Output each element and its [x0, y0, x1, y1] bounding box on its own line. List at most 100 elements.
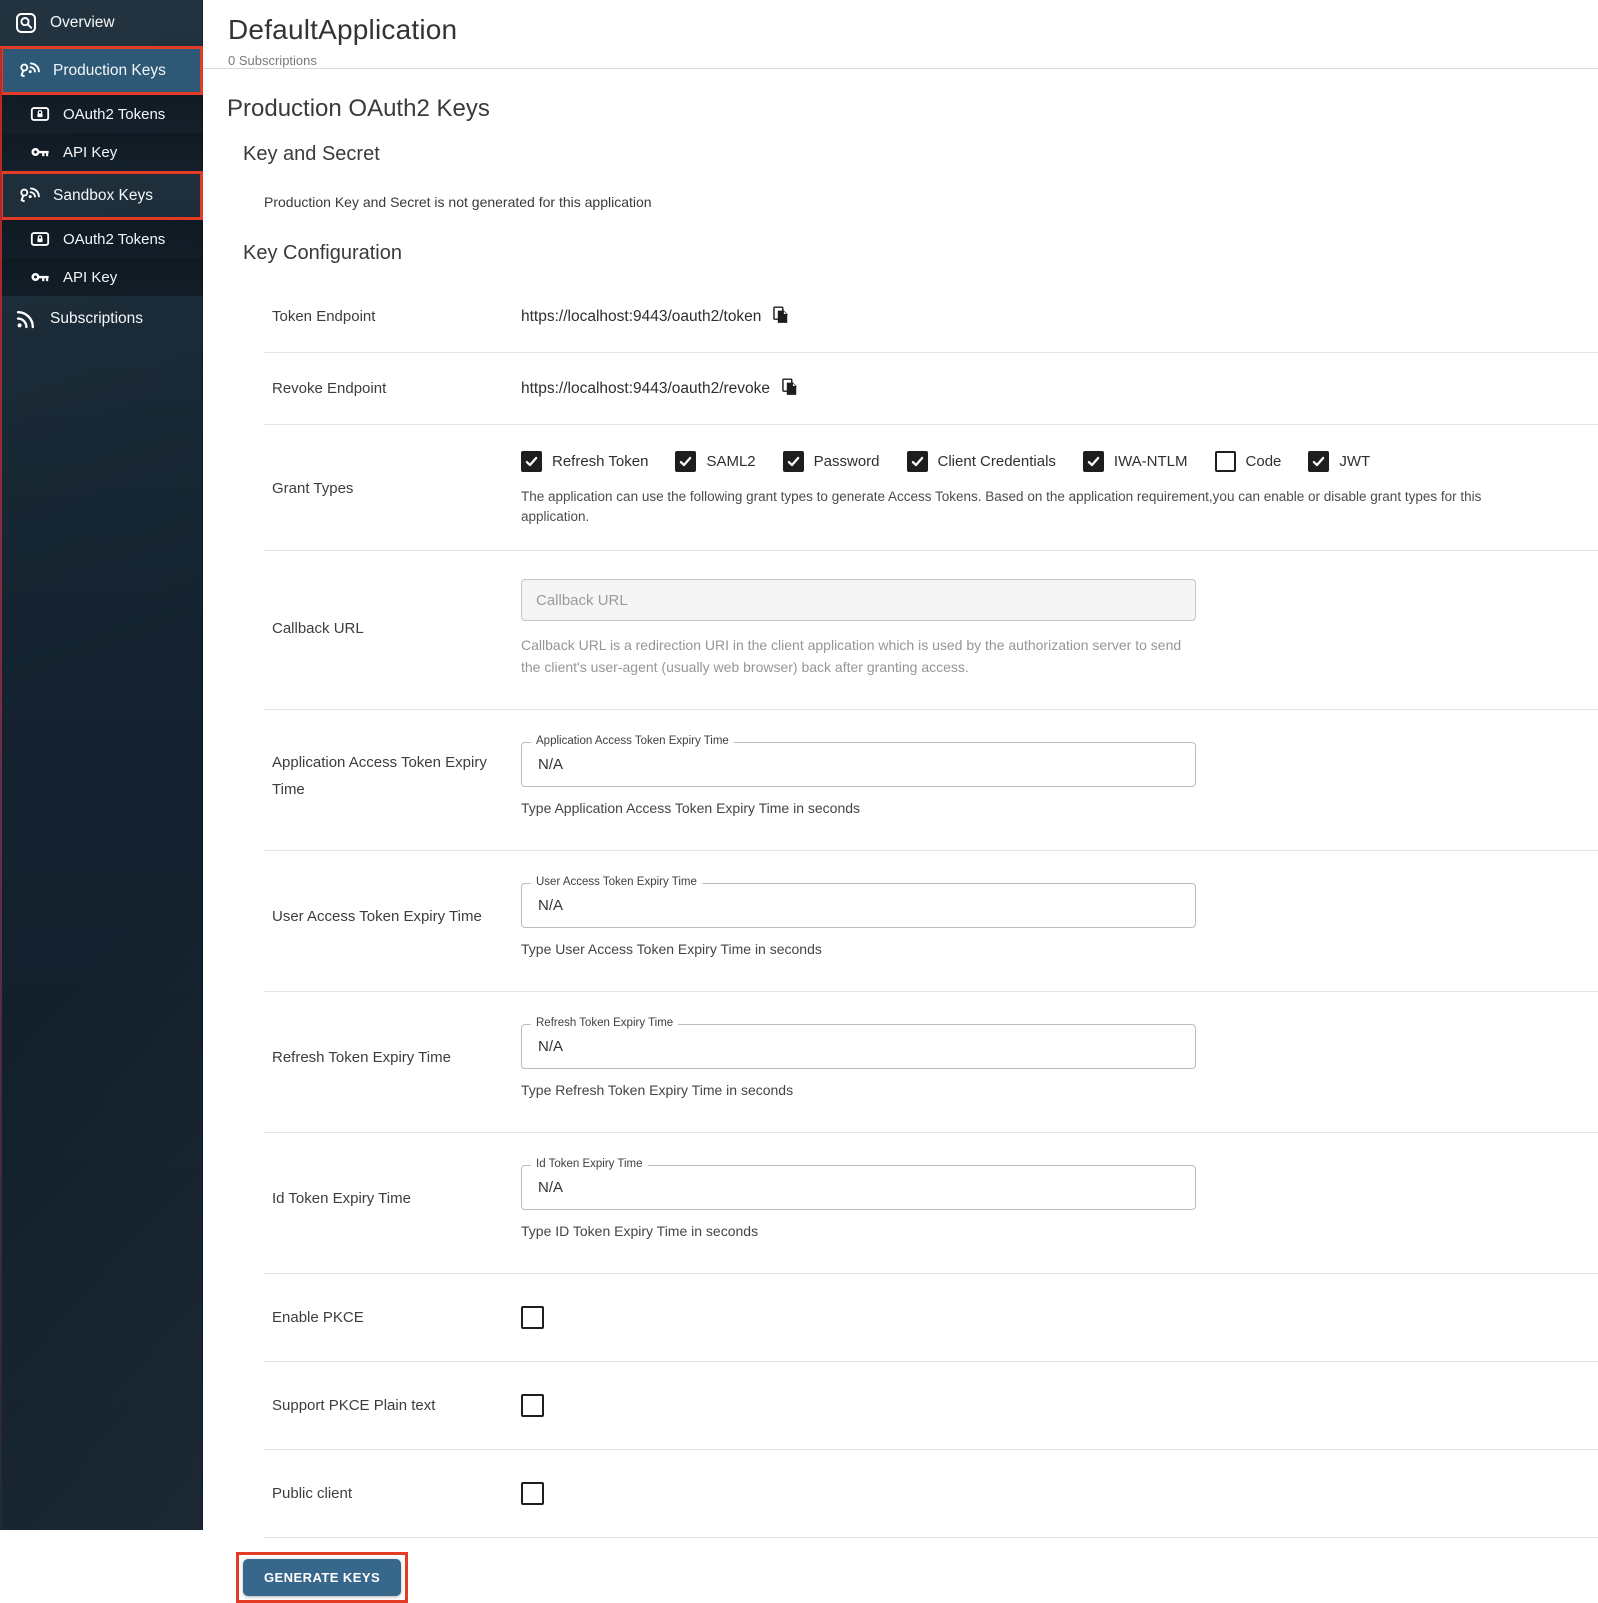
grant-checkbox-code[interactable]	[1214, 451, 1236, 472]
field-legend: User Access Token Expiry Time	[531, 875, 702, 888]
refresh-token-expiry-time-input[interactable]	[536, 1036, 1181, 1056]
sidebar-item-label: Overview	[50, 14, 115, 31]
row-label: Callback URL	[272, 620, 364, 638]
api-key-icon	[30, 267, 50, 287]
copy-button[interactable]	[773, 306, 789, 327]
grant-type-saml2[interactable]: SAML2	[675, 451, 756, 472]
subscriptions-icon	[15, 308, 37, 330]
field-legend: Application Access Token Expiry Time	[531, 734, 734, 747]
grant-types-helper: The application can use the following gr…	[521, 489, 1482, 524]
subscription-count: 0 Subscriptions	[228, 53, 317, 68]
page-header: DefaultApplication 0 Subscriptions	[203, 0, 1598, 69]
sidebar-item-label: Production Keys	[53, 61, 166, 79]
generate-keys-button[interactable]: GENERATE KEYS	[243, 1558, 402, 1596]
grant-type-label: SAML2	[706, 453, 756, 470]
token-endpoint-value: https://localhost:9443/oauth2/token	[521, 307, 762, 325]
row-label: User Access Token Expiry Time	[272, 908, 482, 925]
user-access-token-expiry-time-input[interactable]	[536, 895, 1181, 915]
grant-checkbox-client-credentials[interactable]	[906, 451, 928, 472]
section-title: Production OAuth2 Keys	[227, 95, 490, 122]
sidebar-item-label: Subscriptions	[50, 310, 144, 327]
application-access-token-expiry-time-row: Application Access Token Expiry Time Appl…	[264, 710, 1598, 851]
main-panel: DefaultApplication 0 Subscriptions Produ…	[203, 0, 1598, 1603]
revoke-endpoint-value: https://localhost:9443/oauth2/revoke	[521, 379, 771, 397]
grant-checkbox-iwa-ntlm[interactable]	[1082, 451, 1104, 472]
support-pkce-plain-text-checkbox[interactable]	[521, 1393, 544, 1417]
public-client-checkbox[interactable]	[521, 1481, 544, 1505]
sidebar-item-api-key[interactable]: API Key	[0, 133, 203, 171]
key-and-secret-title: Key and Secret	[243, 143, 380, 165]
support-pkce-plain-text-row: Support PKCE Plain text	[264, 1362, 1598, 1450]
refresh-token-expiry-time-helper: Type Refresh Token Expiry Time in second…	[521, 1081, 794, 1098]
enable-pkce-checkbox[interactable]	[521, 1305, 544, 1329]
annotation-generate-keys: GENERATE KEYS	[236, 1551, 409, 1603]
row-label: Revoke Endpoint	[272, 380, 387, 397]
grant-type-label: Code	[1245, 453, 1282, 470]
grant-type-client-credentials[interactable]: Client Credentials	[906, 451, 1056, 472]
grant-type-iwa-ntlm[interactable]: IWA-NTLM	[1082, 451, 1188, 472]
grant-checkbox-jwt[interactable]	[1308, 451, 1330, 472]
row-label: Refresh Token Expiry Time	[272, 1049, 451, 1066]
row-label: Support PKCE Plain text	[272, 1396, 436, 1414]
grant-types-row: Grant Types Refresh Token SAML2 Password Cli…	[264, 425, 1598, 552]
row-label: Id Token Expiry Time	[272, 1190, 411, 1207]
refresh-token-expiry-time-row: Refresh Token Expiry Time Refresh Token E…	[264, 992, 1598, 1133]
callback-url-row: Callback URL Callback URL is a redirectio…	[264, 551, 1598, 710]
id-token-expiry-time-helper: Type ID Token Expiry Time in seconds	[521, 1222, 759, 1239]
generate-keys-row: GENERATE KEYS	[227, 1538, 1598, 1603]
api-key-icon	[30, 142, 50, 162]
revoke-endpoint-row: Revoke Endpoint https://localhost:9443/oa…	[264, 353, 1598, 425]
row-label: Public client	[272, 1484, 353, 1502]
callback-url-input[interactable]	[521, 579, 1196, 622]
key-configuration-form: Token Endpoint https://localhost:9443/oau…	[264, 281, 1598, 1538]
keys-signal-icon	[18, 185, 40, 207]
token-endpoint-row: Token Endpoint https://localhost:9443/oau…	[264, 281, 1598, 353]
grant-type-jwt[interactable]: JWT	[1308, 451, 1370, 472]
grant-type-password[interactable]: Password	[782, 451, 880, 472]
sidebar-item-oauth2-tokens-2[interactable]: OAuth2 Tokens	[0, 220, 203, 258]
overview-icon	[15, 12, 37, 34]
grant-type-refresh-token[interactable]: Refresh Token	[521, 451, 648, 472]
refresh-token-expiry-time-field: Refresh Token Expiry Time	[521, 1016, 1196, 1069]
grant-type-label: Refresh Token	[552, 453, 649, 470]
copy-button[interactable]	[782, 378, 798, 399]
grant-checkbox-password[interactable]	[782, 451, 804, 472]
grant-type-label: JWT	[1339, 453, 1371, 470]
application-access-token-expiry-time-input[interactable]	[536, 754, 1181, 774]
sidebar-item-label: API Key	[63, 143, 118, 161]
user-access-token-expiry-time-field: User Access Token Expiry Time	[521, 875, 1196, 928]
row-label: Token Endpoint	[272, 308, 376, 325]
sidebar-item-sandbox-keys[interactable]: Sandbox Keys	[0, 171, 203, 220]
user-access-token-expiry-time-helper: Type User Access Token Expiry Time in se…	[521, 940, 822, 957]
grant-type-code[interactable]: Code	[1214, 451, 1282, 472]
sidebar-item-label: OAuth2 Tokens	[63, 105, 166, 123]
grant-type-label: Password	[813, 453, 880, 470]
token-card-icon	[30, 229, 50, 249]
sidebar-item-label: Sandbox Keys	[53, 186, 153, 204]
sidebar-item-label: OAuth2 Tokens	[63, 230, 166, 248]
grant-checkbox-refresh-token[interactable]	[521, 451, 542, 472]
grant-type-label: IWA-NTLM	[1113, 453, 1188, 470]
grant-checkbox-saml2[interactable]	[675, 451, 697, 472]
keys-signal-icon	[18, 60, 40, 82]
application-access-token-expiry-time-helper: Type Application Access Token Expiry Tim…	[521, 799, 861, 816]
sidebar-item-oauth2-tokens[interactable]: OAuth2 Tokens	[0, 95, 203, 133]
sidebar-item-api-key-2[interactable]: API Key	[0, 258, 203, 296]
key-configuration-title: Key Configuration	[243, 242, 402, 264]
sidebar-item-production-keys[interactable]: Production Keys	[0, 46, 203, 95]
copy-icon	[773, 306, 789, 327]
sidebar: Overview Production Keys OAuth2 Tokens API …	[0, 0, 203, 1530]
grant-type-label: Client Credentials	[937, 453, 1056, 470]
field-legend: Refresh Token Expiry Time	[531, 1016, 679, 1029]
sidebar-item-overview[interactable]: Overview	[0, 0, 203, 46]
public-client-row: Public client	[264, 1450, 1598, 1538]
token-card-icon	[30, 104, 50, 124]
id-token-expiry-time-input[interactable]	[536, 1177, 1181, 1197]
sidebar-item-subscriptions[interactable]: Subscriptions	[0, 296, 203, 342]
callback-url-helper: Callback URL is a redirection URI in the…	[521, 637, 1182, 675]
application-access-token-expiry-time-field: Application Access Token Expiry Time	[521, 734, 1196, 787]
row-label: Enable PKCE	[272, 1308, 364, 1326]
row-label: Application Access Token Expiry Time	[272, 753, 487, 798]
keys-content: Production OAuth2 Keys Key and Secret Pr…	[203, 69, 1598, 1603]
id-token-expiry-time-field: Id Token Expiry Time	[521, 1157, 1196, 1210]
